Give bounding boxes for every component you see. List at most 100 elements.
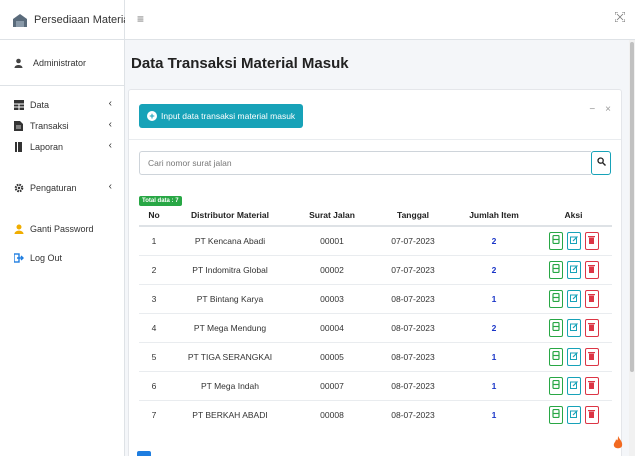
- sidebar-item-label: Data: [30, 99, 50, 110]
- delete-button[interactable]: [584, 318, 599, 337]
- cell-surat-jalan: 00005: [291, 341, 373, 371]
- print-button[interactable]: [548, 405, 563, 424]
- close-icon[interactable]: ×: [605, 104, 611, 115]
- edit-icon: [569, 380, 578, 391]
- sidebar-item-label: Ganti Password: [30, 223, 94, 234]
- cell-aksi: [535, 341, 612, 371]
- sidebar: Persediaan Material Administrator Data ‹…: [0, 0, 132, 456]
- row-actions: [535, 347, 612, 366]
- print-icon: [551, 263, 560, 275]
- cell-aksi: [535, 399, 612, 429]
- user-icon: [14, 58, 24, 68]
- print-button[interactable]: [548, 231, 563, 250]
- input-transaction-button[interactable]: + Input data transaksi material masuk: [139, 104, 304, 128]
- column-header-no: No: [139, 205, 169, 227]
- print-button[interactable]: [548, 376, 563, 395]
- table-row: 2 PT Indomitra Global 00002 07-07-2023 2: [139, 254, 612, 284]
- table-body: 1 PT Kencana Abadi 00001 07-07-2023 2 2 PT Ind…: [139, 225, 612, 429]
- cell-aksi: [535, 225, 612, 255]
- card-tools: − ×: [589, 104, 611, 115]
- cell-jumlah-item: 1: [453, 399, 535, 429]
- edit-button[interactable]: [566, 376, 581, 395]
- chevron-left-icon: ‹: [108, 181, 112, 192]
- collapse-icon[interactable]: −: [589, 104, 595, 115]
- print-icon: [551, 409, 560, 420]
- cell-tanggal: 08-07-2023: [373, 283, 453, 313]
- sidebar-item-log-out[interactable]: Log Out: [0, 247, 124, 268]
- cell-jumlah-item: 2: [453, 312, 535, 342]
- sidebar-item-pengaturan[interactable]: Pengaturan ‹: [0, 177, 124, 198]
- delete-button[interactable]: [584, 347, 599, 366]
- edit-button[interactable]: [566, 347, 581, 366]
- print-button[interactable]: [548, 347, 563, 366]
- cell-surat-jalan: 00004: [291, 312, 373, 342]
- menu-toggle-icon[interactable]: ≡: [137, 12, 144, 26]
- print-button[interactable]: [548, 289, 563, 308]
- user-panel[interactable]: Administrator: [0, 40, 124, 86]
- edit-button[interactable]: [566, 289, 581, 308]
- cell-surat-jalan: 00002: [291, 254, 373, 284]
- print-button[interactable]: [548, 318, 563, 337]
- delete-button[interactable]: [584, 289, 599, 308]
- trash-icon: [588, 380, 595, 391]
- cell-jumlah-item: 1: [453, 341, 535, 371]
- row-actions: [535, 376, 612, 395]
- print-button[interactable]: [548, 260, 563, 279]
- transactions-table: No Distributor Material Surat Jalan Tang…: [139, 205, 612, 429]
- sidebar-item-label: Transaksi: [30, 120, 69, 131]
- cell-aksi: [535, 283, 612, 313]
- plus-circle-icon: +: [147, 111, 157, 121]
- delete-button[interactable]: [584, 231, 599, 250]
- search-button[interactable]: [591, 151, 611, 175]
- cell-distributor: PT Kencana Abadi: [169, 225, 291, 255]
- edit-button[interactable]: [566, 260, 581, 279]
- cell-aksi: [535, 254, 612, 284]
- print-icon: [551, 350, 560, 362]
- cell-aksi: [535, 370, 612, 400]
- sidebar-nav: Data ‹ Transaksi ‹ Laporan ‹ Pengaturan …: [0, 86, 124, 268]
- cell-no: 4: [139, 312, 169, 342]
- logout-icon: [13, 252, 24, 263]
- delete-button[interactable]: [584, 260, 599, 279]
- chevron-left-icon: ‹: [108, 140, 112, 151]
- chevron-left-icon: ‹: [108, 119, 112, 130]
- print-icon: [551, 292, 560, 304]
- cell-distributor: PT Indomitra Global: [169, 254, 291, 284]
- scrollbar-thumb[interactable]: [630, 42, 634, 372]
- cell-distributor: PT BERKAH ABADI: [169, 399, 291, 429]
- search-input[interactable]: [139, 151, 591, 175]
- sidebar-item-data[interactable]: Data ‹: [0, 94, 124, 115]
- flame-icon: [613, 436, 623, 450]
- cell-no: 7: [139, 399, 169, 429]
- table-row: 6 PT Mega Indah 00007 08-07-2023 1: [139, 370, 612, 400]
- transactions-card: + Input data transaksi material masuk − …: [128, 89, 622, 456]
- sidebar-item-laporan[interactable]: Laporan ‹: [0, 136, 124, 157]
- column-header-distributor: Distributor Material: [169, 205, 291, 227]
- fullscreen-icon[interactable]: [614, 11, 626, 25]
- sidebar-item-transaksi[interactable]: Transaksi ‹: [0, 115, 124, 136]
- user-name: Administrator: [33, 57, 87, 68]
- input-transaction-label: Input data transaksi material masuk: [161, 111, 296, 121]
- column-header-jumlah-item: Jumlah Item: [453, 205, 535, 227]
- cell-tanggal: 08-07-2023: [373, 312, 453, 342]
- edit-button[interactable]: [566, 231, 581, 250]
- sidebar-item-ganti-password[interactable]: Ganti Password: [0, 218, 124, 239]
- cell-surat-jalan: 00008: [291, 399, 373, 429]
- edit-icon: [569, 235, 578, 246]
- edit-button[interactable]: [566, 405, 581, 424]
- brand-link[interactable]: Persediaan Material: [0, 0, 132, 40]
- trash-icon: [588, 264, 595, 275]
- delete-button[interactable]: [584, 376, 599, 395]
- table-row: 1 PT Kencana Abadi 00001 07-07-2023 2: [139, 225, 612, 255]
- print-icon: [551, 235, 560, 246]
- chevron-left-icon: ‹: [108, 98, 112, 109]
- edit-button[interactable]: [566, 318, 581, 337]
- table-row: 7 PT BERKAH ABADI 00008 08-07-2023 1: [139, 399, 612, 429]
- cell-jumlah-item: 2: [453, 225, 535, 255]
- delete-button[interactable]: [584, 405, 599, 424]
- pagination-button[interactable]: [137, 451, 151, 456]
- trash-icon: [588, 409, 595, 420]
- table-row: 5 PT TIGA SERANGKAI 00005 08-07-2023 1: [139, 341, 612, 371]
- column-header-aksi: Aksi: [535, 205, 612, 227]
- row-actions: [535, 289, 612, 308]
